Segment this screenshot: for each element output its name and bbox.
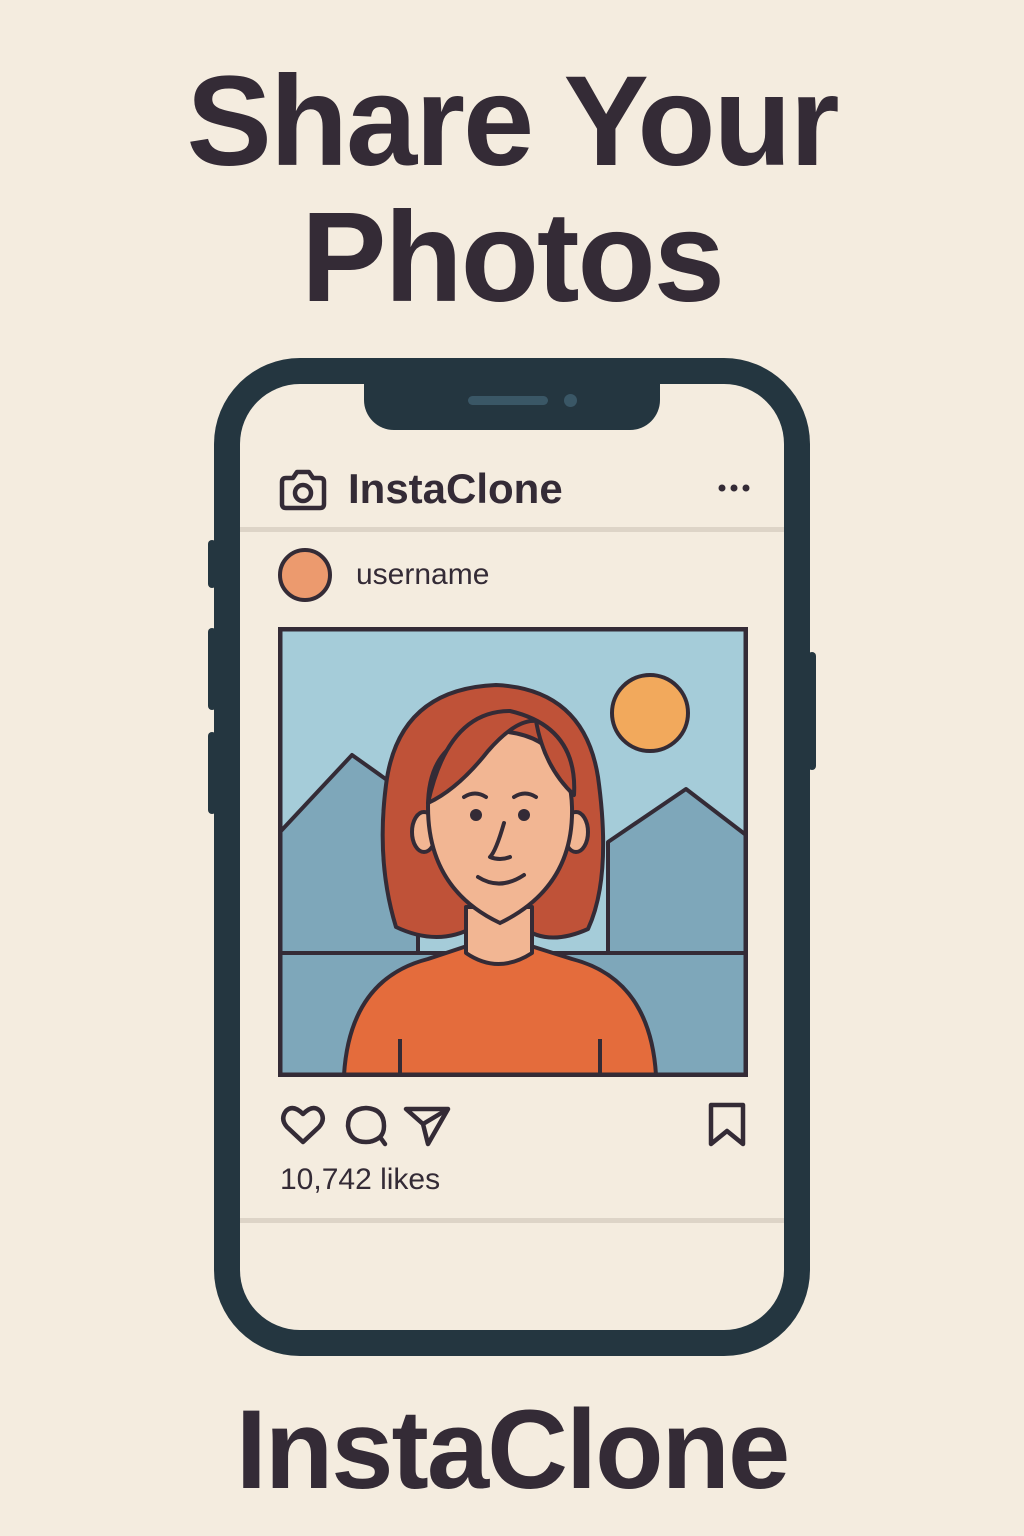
likes-count: 10,742 likes: [280, 1163, 441, 1196]
footer-brand-name: InstaClone: [235, 1387, 791, 1512]
app-title: InstaClone: [348, 465, 563, 512]
post-divider: [240, 1218, 784, 1223]
app-header: InstaClone: [240, 454, 784, 524]
heart-icon[interactable]: [278, 1100, 328, 1150]
headline-line-1: Share Your: [186, 50, 839, 193]
post-actions: [278, 1100, 748, 1152]
front-camera: [564, 394, 577, 407]
comment-icon[interactable]: [342, 1100, 392, 1150]
post-header: username: [240, 544, 784, 614]
send-icon[interactable]: [402, 1100, 452, 1150]
speaker-grille: [468, 396, 548, 405]
post-username[interactable]: username: [356, 556, 489, 594]
post-photo[interactable]: [278, 627, 748, 1077]
phone-frame: InstaClone username 10,742 likes: [214, 358, 810, 1356]
bookmark-icon[interactable]: [702, 1100, 752, 1150]
headline-line-2: Photos: [301, 186, 725, 329]
avatar[interactable]: [278, 548, 332, 602]
phone-screen: InstaClone username 10,742 likes: [240, 384, 784, 1330]
camera-icon: [279, 469, 327, 511]
more-horizontal-icon[interactable]: [714, 476, 754, 500]
phone-notch: [364, 384, 660, 430]
sun-illustration: [610, 673, 690, 753]
header-divider: [240, 527, 784, 532]
